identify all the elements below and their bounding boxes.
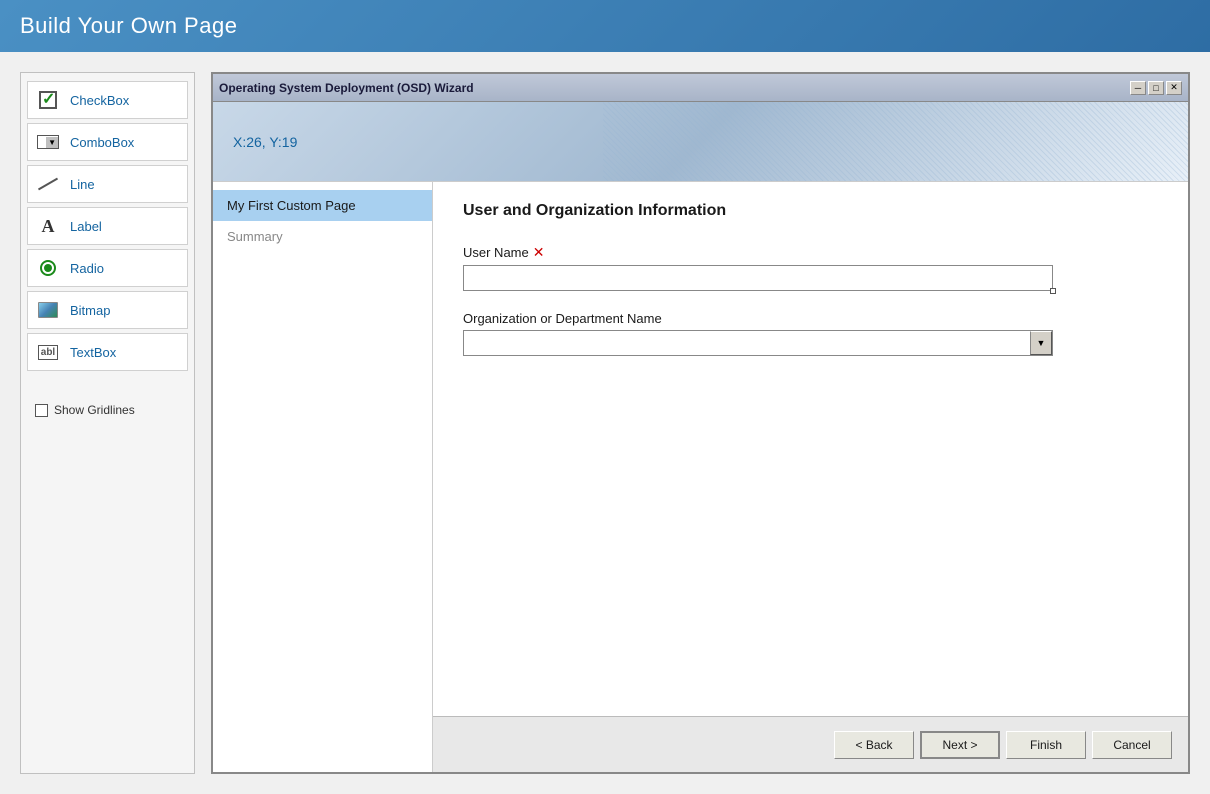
toolbox-item-combobox[interactable]: ComboBox [27,123,188,161]
combobox-dropdown-button[interactable]: ▼ [1030,331,1052,355]
toolbox-item-radio[interactable]: Radio [27,249,188,287]
toolbox-separator [27,375,188,387]
radio-icon [36,256,60,280]
back-button[interactable]: < Back [834,731,914,759]
nav-item-custom-page[interactable]: My First Custom Page [213,190,432,221]
textbox-label: TextBox [70,345,116,360]
maximize-button[interactable]: □ [1148,81,1164,95]
toolbox-item-label[interactable]: A Label [27,207,188,245]
user-name-input-wrapper [463,265,1053,291]
user-name-group: User Name ✕ [463,244,1158,291]
bitmap-label: Bitmap [70,303,110,318]
radio-label: Radio [70,261,104,276]
line-label: Line [70,177,95,192]
nav-item-summary[interactable]: Summary [213,221,432,252]
user-name-input[interactable] [463,265,1053,291]
line-icon [36,172,60,196]
combobox-label: ComboBox [70,135,134,150]
org-name-input[interactable] [464,331,1030,355]
show-gridlines-row[interactable]: Show Gridlines [27,397,188,423]
toolbox-item-bitmap[interactable]: Bitmap [27,291,188,329]
toolbox-item-checkbox[interactable]: CheckBox [27,81,188,119]
user-name-label: User Name ✕ [463,244,1158,261]
toolbox-item-textbox[interactable]: abl TextBox [27,333,188,371]
wizard-right: User and Organization Information User N… [433,182,1188,772]
org-name-combobox[interactable]: ▼ [463,330,1053,356]
page-title: Build Your Own Page [20,13,237,39]
main-layout: CheckBox ComboBox Line A Label Radio [0,52,1210,794]
wizard-bottom-bar: < Back Next > Finish Cancel [433,716,1188,772]
wizard-window: Operating System Deployment (OSD) Wizard… [211,72,1190,774]
checkbox-label: CheckBox [70,93,129,108]
wizard-nav: My First Custom Page Summary [213,182,433,772]
org-name-label: Organization or Department Name [463,311,1158,326]
wizard-coordinates: X:26, Y:19 [233,134,297,150]
wizard-content: My First Custom Page Summary User and Or… [213,182,1188,772]
combobox-icon [36,130,60,154]
required-star: ✕ [533,244,545,261]
window-controls: ─ □ ✕ [1130,81,1182,95]
close-button[interactable]: ✕ [1166,81,1182,95]
toolbox-item-line[interactable]: Line [27,165,188,203]
wizard-header: X:26, Y:19 [213,102,1188,182]
resize-handle[interactable] [1050,288,1056,294]
org-name-group: Organization or Department Name ▼ [463,311,1158,356]
label-icon: A [36,214,60,238]
bitmap-icon [36,298,60,322]
cancel-button[interactable]: Cancel [1092,731,1172,759]
window-title: Operating System Deployment (OSD) Wizard [219,81,474,95]
toolbox-panel: CheckBox ComboBox Line A Label Radio [20,72,195,774]
checkbox-icon [36,88,60,112]
show-gridlines-label: Show Gridlines [54,403,135,417]
minimize-button[interactable]: ─ [1130,81,1146,95]
section-title: User and Organization Information [463,202,1158,220]
top-banner: Build Your Own Page [0,0,1210,52]
next-button[interactable]: Next > [920,731,1000,759]
finish-button[interactable]: Finish [1006,731,1086,759]
label-label: Label [70,219,102,234]
show-gridlines-checkbox[interactable] [35,404,48,417]
textbox-icon: abl [36,340,60,364]
window-titlebar: Operating System Deployment (OSD) Wizard… [213,74,1188,102]
wizard-main: User and Organization Information User N… [433,182,1188,716]
